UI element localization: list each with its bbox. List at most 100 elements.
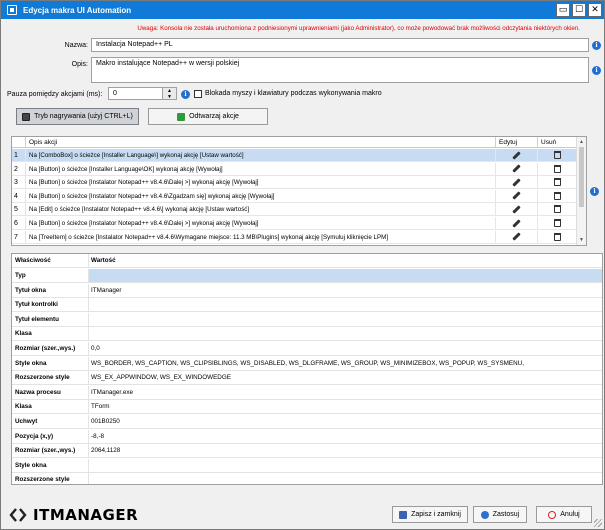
property-name: Klasa (12, 327, 89, 341)
pencil-icon (512, 164, 521, 173)
info-icon[interactable]: i (590, 187, 599, 196)
resize-grip[interactable] (594, 519, 602, 527)
property-row[interactable]: Typ (12, 269, 602, 283)
name-label: Nazwa: (64, 42, 88, 49)
info-icon[interactable]: i (592, 66, 601, 75)
property-value[interactable] (89, 298, 602, 311)
property-row[interactable]: Rozmiar (szer.,wys.) 2064,1128 (12, 444, 602, 459)
property-value[interactable]: WS_BORDER, WS_CAPTION, WS_CLIPSIBLINGS, … (89, 357, 602, 370)
action-description[interactable]: Na [Button] o ścieżce [Installer Languag… (26, 162, 496, 175)
scroll-down-icon[interactable]: ▼ (578, 236, 585, 244)
delete-action-button[interactable] (538, 149, 577, 161)
property-value[interactable]: TForm (89, 400, 602, 413)
window-title: Edycja makra UI Automation (23, 5, 132, 15)
play-actions-button[interactable]: Odtwarzaj akcje (148, 108, 268, 125)
actions-grid[interactable]: Opis akcji Edytuj Usuń 1 Na [ComboBox] o … (11, 136, 587, 246)
block-input-checkbox[interactable] (194, 90, 202, 98)
property-header: Właściwość (12, 254, 89, 267)
pencil-icon (512, 191, 521, 201)
property-row[interactable]: Tytuł elementu (12, 312, 602, 327)
name-field[interactable]: Instalacja Notepad++ PL (91, 38, 589, 52)
trash-icon (554, 178, 561, 187)
description-field[interactable]: Makro instalujące Notepad++ w wersji pol… (91, 57, 589, 83)
delete-action-button[interactable] (538, 163, 577, 175)
trash-icon (554, 232, 561, 241)
info-icon[interactable]: i (181, 90, 190, 99)
property-value[interactable]: 2064,1128 (89, 444, 602, 457)
property-row[interactable]: Uchwyt 001B0250 (12, 415, 602, 429)
column-header-delete[interactable]: Usuń (538, 137, 577, 147)
table-row[interactable]: 6 Na [Button] o ścieżce [Instalator Notep… (12, 217, 577, 230)
minimize-button[interactable]: ▭ (556, 3, 570, 17)
edit-action-button[interactable] (496, 230, 538, 243)
delete-action-button[interactable] (538, 176, 577, 188)
property-value[interactable] (89, 313, 602, 326)
action-description[interactable]: Na [Button] o ścieżce [Instalator Notepa… (26, 189, 496, 202)
action-description[interactable]: Na [Button] o ścieżce [Instalator Notepa… (26, 176, 496, 189)
properties-header: Właściwość Wartość (12, 254, 602, 268)
table-row[interactable]: 4 Na [Button] o ścieżce [Instalator Notep… (12, 189, 577, 203)
apply-button[interactable]: Zastosuj (473, 506, 527, 523)
pause-spinner[interactable]: ▲ ▼ (162, 87, 177, 100)
table-row[interactable]: 1 Na [ComboBox] o ścieżce [Installer Lang… (12, 149, 577, 162)
property-row[interactable]: Tytuł kontrolki (12, 298, 602, 313)
row-number: 4 (12, 189, 26, 202)
property-row[interactable]: Klasa TForm (12, 400, 602, 415)
property-row[interactable]: Pozycja (x,y) -8,-8 (12, 429, 602, 444)
property-row[interactable]: Style okna WS_BORDER, WS_CAPTION, WS_CLIP… (12, 356, 602, 371)
property-value[interactable]: ITManager (89, 284, 602, 297)
property-row[interactable]: Rozmiar (szer.,wys.) 0,0 (12, 342, 602, 356)
property-row[interactable]: Klasa (12, 327, 602, 342)
column-header-description[interactable]: Opis akcji (26, 137, 496, 147)
property-value[interactable]: -8,-8 (89, 430, 602, 443)
property-value[interactable] (89, 459, 602, 472)
info-icon[interactable]: i (592, 41, 601, 50)
table-row[interactable]: 5 Na [Edit] o ścieżce [Instalator Notepad… (12, 203, 577, 217)
delete-action-button[interactable] (538, 203, 577, 215)
edit-action-button[interactable] (496, 189, 538, 202)
scroll-up-icon[interactable]: ▲ (578, 138, 585, 146)
property-value[interactable]: 001B0250 (89, 415, 602, 428)
actions-grid-scrollbar[interactable]: ▲ ▼ (576, 137, 586, 245)
delete-action-button[interactable] (538, 217, 577, 229)
property-value[interactable] (89, 269, 602, 282)
title-bar[interactable]: Edycja makra UI Automation ▭ ☐ ✕ (1, 1, 604, 19)
action-description[interactable]: Na [ComboBox] o ścieżce [Installer Langu… (26, 149, 496, 161)
property-row[interactable]: Rozszerzone style WS_EX_APPWINDOW, WS_EX_… (12, 371, 602, 386)
maximize-button[interactable]: ☐ (572, 3, 586, 17)
trash-icon (554, 191, 561, 200)
edit-action-button[interactable] (496, 176, 538, 189)
action-description[interactable]: Na [Button] o ścieżce [Instalator Notepa… (26, 217, 496, 229)
property-row[interactable]: Rozszerzone style (12, 473, 602, 484)
table-row[interactable]: 2 Na [Button] o ścieżce [Installer Langua… (12, 162, 577, 176)
delete-action-button[interactable] (538, 231, 577, 243)
property-name: Tytuł elementu (12, 312, 89, 326)
property-value[interactable]: ITManager.exe (89, 386, 602, 399)
table-row[interactable]: 3 Na [Button] o ścieżce [Instalator Notep… (12, 176, 577, 190)
save-close-button[interactable]: Zapisz i zamknij (392, 506, 468, 523)
property-row[interactable]: Nazwa procesu ITManager.exe (12, 385, 602, 400)
scroll-thumb[interactable] (579, 147, 584, 207)
edit-action-button[interactable] (496, 162, 538, 175)
edit-action-button[interactable] (496, 217, 538, 229)
properties-table[interactable]: Właściwość Wartość Typ Tytuł okna ITManage… (11, 253, 603, 485)
pause-input[interactable]: 0 (108, 87, 163, 100)
property-value[interactable] (89, 327, 602, 340)
property-row[interactable]: Tytuł okna ITManager (12, 283, 602, 298)
property-value[interactable] (89, 473, 602, 484)
edit-action-button[interactable] (496, 149, 538, 161)
column-header-edit[interactable]: Edytuj (496, 137, 538, 147)
action-description[interactable]: Na [Edit] o ścieżce [Instalator Notepad+… (26, 203, 496, 216)
delete-action-button[interactable] (538, 190, 577, 202)
cancel-button[interactable]: Anuluj (536, 506, 592, 523)
table-row[interactable]: 7 Na [TreeItem] o ścieżce [Instalator Not… (12, 230, 577, 244)
edit-action-button[interactable] (496, 203, 538, 216)
action-description[interactable]: Na [TreeItem] o ścieżce [Instalator Note… (26, 230, 496, 243)
property-row[interactable]: Style okna (12, 458, 602, 473)
property-value[interactable]: WS_EX_APPWINDOW, WS_EX_WINDOWEDGE (89, 371, 602, 384)
property-name: Uchwyt (12, 415, 89, 428)
property-value[interactable]: 0,0 (89, 342, 602, 355)
cancel-label: Anuluj (560, 511, 580, 518)
record-mode-button[interactable]: Tryb nagrywania (użyj CTRL+L) (16, 108, 139, 125)
close-button[interactable]: ✕ (588, 3, 602, 17)
